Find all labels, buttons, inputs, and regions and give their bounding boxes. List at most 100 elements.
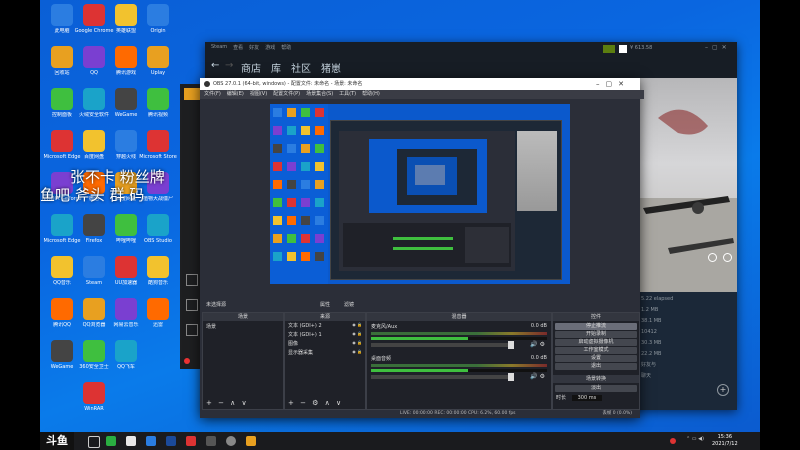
obs-preview[interactable] xyxy=(270,104,570,284)
control-button[interactable]: 退出 xyxy=(555,363,637,370)
app-icon xyxy=(51,256,73,278)
nested-docks xyxy=(343,223,511,267)
steam-back-button[interactable]: ← xyxy=(211,60,219,71)
edge-icon[interactable] xyxy=(146,436,156,446)
volume-slider[interactable] xyxy=(371,341,514,349)
app-icon xyxy=(115,340,137,362)
source-item[interactable]: 显示器采集 ◉ 🔒 xyxy=(285,348,365,357)
desktop-icon[interactable]: 腾讯视频 xyxy=(138,88,178,118)
steam-window-controls[interactable]: –▢✕ xyxy=(705,44,731,51)
steam-avatar[interactable] xyxy=(619,45,627,53)
clock[interactable]: 15:36 2021/7/12 xyxy=(712,434,738,448)
no-source-label: 未选择源 xyxy=(206,302,227,308)
volume-slider-handle[interactable] xyxy=(508,373,514,381)
control-button[interactable]: 工作室模式 xyxy=(555,347,637,354)
obs-menu-item[interactable]: 工具(T) xyxy=(339,90,356,99)
app-icon xyxy=(115,214,137,236)
control-button[interactable]: 设置 xyxy=(555,355,637,362)
steam-nav-tab[interactable]: 社区 xyxy=(291,60,311,75)
visibility-lock-icon[interactable]: ◉ 🔒 xyxy=(352,349,362,356)
desktop-icon[interactable]: Origin xyxy=(138,4,178,34)
mute-settings-icon[interactable]: 🔊 ⚙ xyxy=(530,373,545,380)
panel-icon[interactable] xyxy=(186,324,198,336)
app-icon[interactable] xyxy=(246,436,256,446)
desktop-icon[interactable]: QQ飞车 xyxy=(106,340,146,370)
obs-menu-item[interactable]: 帮助(H) xyxy=(362,90,380,99)
desktop-icon[interactable]: Microsoft Store xyxy=(138,130,178,160)
obs-menu-item[interactable]: 视图(V) xyxy=(250,90,267,99)
steam-forward-button[interactable]: → xyxy=(225,60,233,71)
desktop-icon-label: 酷狗音乐 xyxy=(147,280,168,286)
volume-slider-handle[interactable] xyxy=(508,341,514,349)
steam-menu-item[interactable]: 游戏 xyxy=(265,44,275,51)
transition-select[interactable]: 淡出 xyxy=(555,385,637,392)
visibility-lock-icon[interactable]: ◉ 🔒 xyxy=(352,331,362,338)
obs-icon[interactable] xyxy=(226,436,236,446)
duration-input[interactable]: 300 ms xyxy=(571,395,603,401)
steam-menu-item[interactable]: 查看 xyxy=(233,44,243,51)
app-icon xyxy=(147,46,169,68)
settings-icon[interactable] xyxy=(708,253,717,262)
nested-desktop-icon xyxy=(301,252,310,261)
sources-header: 来源 xyxy=(285,313,365,321)
source-buttons[interactable]: + − ⚙ ∧ ∨ xyxy=(288,399,343,407)
task-view-icon[interactable] xyxy=(88,436,100,448)
mute-settings-icon[interactable]: 🔊 ⚙ xyxy=(530,341,545,348)
control-button[interactable]: 停止推流 xyxy=(555,323,637,330)
steam-nav-tab[interactable]: 商店 xyxy=(241,60,261,75)
steam-side-panel: 5.22 elapsed 1.2 MB 38.1 MB 10412 30.3 MB 22.… xyxy=(641,294,737,382)
volume-slider[interactable] xyxy=(371,373,514,381)
panel-icon[interactable] xyxy=(186,299,198,311)
nested-preview-deeper xyxy=(415,165,445,185)
source-item[interactable]: 文本 (GDI+) 1 ◉ 🔒 xyxy=(285,330,365,339)
app-icon xyxy=(51,4,73,26)
visibility-lock-icon[interactable]: ◉ 🔒 xyxy=(352,322,362,329)
app-icon[interactable] xyxy=(206,436,216,446)
desktop-icon[interactable]: WinRAR xyxy=(74,382,114,412)
obs-menu-item[interactable]: 配置文件(P) xyxy=(273,90,300,99)
filters-button[interactable]: 滤镜 xyxy=(344,301,354,308)
obs-menu-item[interactable]: 场景集合(S) xyxy=(306,90,333,99)
overlay-line-2: 鱼吧 斧头 群 码 xyxy=(40,186,145,204)
tray-icon[interactable] xyxy=(670,438,676,444)
tray-icons[interactable]: ⌃ ▭ ◀) xyxy=(686,436,704,442)
wechat-icon[interactable] xyxy=(106,436,116,446)
steam-icon[interactable] xyxy=(166,436,176,446)
steam-nav-tab[interactable]: 猪崽 xyxy=(321,60,341,75)
desktop-icon[interactable]: Uplay xyxy=(138,46,178,76)
scene-item[interactable]: 场景 xyxy=(203,321,283,332)
app-icon xyxy=(83,340,105,362)
file-explorer-icon[interactable] xyxy=(126,436,136,446)
steam-balance[interactable]: ¥ 613.58 xyxy=(630,45,652,51)
properties-button[interactable]: 属性 xyxy=(320,301,330,308)
source-item[interactable]: 文本 (GDI+) 2 ◉ 🔒 xyxy=(285,321,365,330)
desktop-icon[interactable]: 迅雷 xyxy=(138,298,178,328)
control-button[interactable]: 启动虚拟摄像机 xyxy=(555,339,637,346)
obs-window[interactable]: OBS 27.0.1 (64-bit, windows) - 配置文件: 未命名… xyxy=(200,78,644,418)
steam-menu-item[interactable]: 好友 xyxy=(249,44,259,51)
desktop-icon[interactable]: 酷狗音乐 xyxy=(138,256,178,286)
source-item[interactable]: 图像 ◉ 🔒 xyxy=(285,339,365,348)
obs-logo-icon xyxy=(204,81,210,87)
visibility-lock-icon[interactable]: ◉ 🔒 xyxy=(352,340,362,347)
steam-notification-icon[interactable] xyxy=(603,45,615,53)
app-icon xyxy=(115,298,137,320)
desktop-icon[interactable]: OBS Studio xyxy=(138,214,178,244)
steam-nav-tab[interactable]: 库 xyxy=(271,60,281,75)
nested-desktop-icon xyxy=(315,198,324,207)
scene-buttons[interactable]: + − ∧ ∨ xyxy=(206,399,249,407)
steam-menu-item[interactable]: 帮助 xyxy=(281,44,291,51)
obs-title: OBS 27.0.1 (64-bit, windows) - 配置文件: 未命名… xyxy=(213,81,363,87)
add-friend-icon[interactable]: + xyxy=(717,384,729,396)
steam-game-artwork xyxy=(638,78,737,292)
track-level: 0.0 dB xyxy=(530,355,547,361)
info-icon[interactable] xyxy=(723,253,732,262)
panel-icon[interactable] xyxy=(186,274,198,286)
control-button[interactable]: 开始录制 xyxy=(555,331,637,338)
obs-menu-item[interactable]: 文件(F) xyxy=(204,90,221,99)
app-icon[interactable] xyxy=(186,436,196,446)
app-icon xyxy=(83,298,105,320)
steam-menu-item[interactable]: Steam xyxy=(211,44,227,51)
obs-window-controls[interactable]: –▢✕ xyxy=(596,78,630,90)
obs-menu-item[interactable]: 编辑(E) xyxy=(227,90,244,99)
